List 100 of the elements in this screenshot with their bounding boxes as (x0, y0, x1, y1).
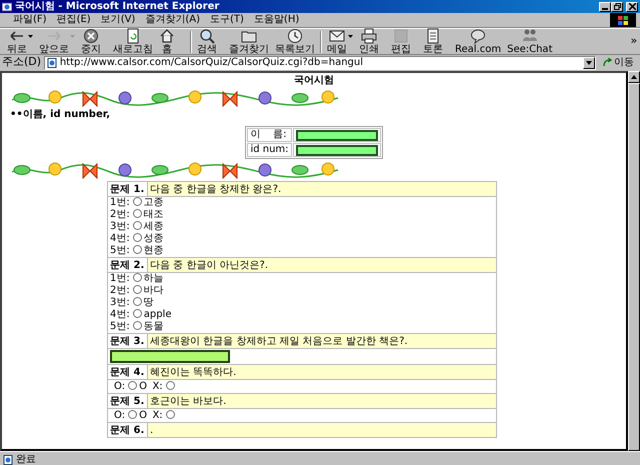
close-button[interactable] (626, 2, 638, 12)
caret-icon[interactable] (28, 35, 33, 38)
menu-item[interactable]: 도구(T) (205, 13, 249, 27)
flag-icon (618, 16, 628, 24)
option-number: X: (152, 381, 163, 392)
option-label: 바다 (144, 285, 164, 296)
radio-button[interactable] (132, 285, 142, 294)
up-arrow-icon (631, 75, 637, 79)
toolbar-button[interactable]: Real.com (452, 28, 504, 55)
magnifier-icon (199, 28, 215, 44)
radio-button[interactable] (132, 309, 142, 318)
intro-text: ••이름, id number, (10, 109, 111, 121)
question-number: 문제 5. (108, 394, 148, 408)
radio-button[interactable] (132, 321, 142, 330)
input-field[interactable] (296, 130, 378, 140)
option-number: 2번: (110, 209, 130, 220)
question-text: 다음 중 한글이 아닌것은?. (148, 258, 496, 272)
option-number: O: (114, 381, 126, 392)
question-text: 세종대왕이 한글을 창제하고 제일 처음으로 발간한 책은?. (148, 334, 496, 348)
option-number: 1번: (110, 197, 130, 208)
option-number: 5번: (110, 321, 130, 332)
option-number: 2번: (110, 285, 130, 296)
input-field[interactable] (296, 144, 378, 156)
address-label: 주소(D) (2, 54, 42, 70)
toolbar-button[interactable]: 중지 (78, 28, 110, 55)
toolbar-button[interactable]: 홈 (156, 28, 188, 55)
status-text: 완료 (16, 453, 36, 465)
address-field[interactable]: http://www.calsor.com/CalsorQuiz/CalsorQuiz.cgi?db=hangul (44, 56, 596, 70)
page-icon (47, 58, 58, 68)
menu-item[interactable]: 즐겨찾기(A) (140, 13, 205, 27)
question-text: 다음 중 한글을 창제한 왕은?. (148, 182, 496, 196)
option-number: 3번: (110, 221, 130, 232)
page-icon (3, 454, 13, 464)
option-number: X: (152, 410, 163, 421)
page-heading: 국어시험 (293, 75, 335, 87)
radio-button[interactable] (132, 209, 142, 218)
toolbar-button[interactable]: 인쇄 (356, 28, 388, 55)
radio-button[interactable] (132, 221, 142, 230)
maximize-button[interactable] (611, 2, 624, 12)
radio-button[interactable] (132, 297, 142, 306)
option-label: 땅 (144, 297, 154, 308)
option-label: 현종 (144, 245, 164, 256)
menu-item[interactable]: 보기(V) (96, 13, 140, 27)
option-label: 태조 (144, 209, 164, 220)
option-number: 1번: (110, 273, 130, 284)
question-number: 문제 4. (108, 364, 148, 380)
toolbar-button[interactable]: 검색 (194, 28, 226, 55)
answer-field[interactable] (110, 350, 230, 363)
scrollbar[interactable] (628, 71, 640, 451)
question-number: 문제 6. (108, 422, 148, 438)
option-label: O (139, 410, 147, 421)
option-label: 하늘 (144, 273, 164, 284)
option-number: 4번: (110, 309, 130, 320)
question-number: 문제 2. (108, 258, 148, 272)
caret-icon[interactable] (348, 35, 353, 38)
menu-item[interactable]: 도움말(H) (248, 13, 304, 27)
radio-button[interactable] (166, 410, 175, 419)
restore-icon (614, 3, 621, 10)
toolbar-button[interactable]: 뒤로 (4, 28, 36, 55)
go-button[interactable]: 이동 (599, 55, 638, 70)
radio-button[interactable] (132, 233, 142, 242)
house-icon (159, 28, 175, 44)
option-number: 4번: (110, 233, 130, 244)
question-text: . (148, 422, 496, 438)
speech-bubble-icon (470, 28, 486, 44)
window-title: 국어시험 - Microsoft Internet Explorer (14, 0, 220, 13)
more-button[interactable]: » (630, 33, 638, 50)
question-text: 호근이는 바보다. (148, 394, 496, 408)
envelope-icon (329, 28, 345, 44)
radio-button[interactable] (128, 381, 138, 390)
option-label: 동물 (144, 321, 164, 332)
minimize-button[interactable] (599, 2, 612, 12)
question-number: 문제 3. (108, 334, 148, 348)
question-number: 문제 1. (108, 182, 148, 196)
dropdown-button[interactable] (583, 56, 595, 68)
menu-item[interactable]: 편집(E) (52, 13, 96, 27)
radio-button[interactable] (132, 197, 142, 206)
option-number: 5번: (110, 245, 130, 256)
clock-icon (287, 28, 303, 44)
radio-button[interactable] (132, 273, 142, 282)
go-arrow-icon (603, 58, 612, 67)
option-label: O (139, 381, 147, 392)
radio-button[interactable] (166, 381, 175, 390)
field-label: id num: (247, 143, 292, 157)
option-label: 세종 (144, 221, 164, 232)
toolbar-button[interactable]: See:Chat (504, 28, 556, 55)
square-icon (393, 28, 409, 44)
radio-button[interactable] (132, 245, 142, 254)
caret-icon (586, 60, 592, 64)
option-number: 3번: (110, 297, 130, 308)
toolbar-button[interactable]: 즐겨찾기 (226, 28, 272, 55)
menu-item[interactable]: 파일(F) (8, 13, 52, 27)
toolbar-button[interactable]: 새로고침 (110, 28, 156, 55)
toolbar-button[interactable]: 목록보기 (272, 28, 318, 55)
option-number: O: (114, 410, 126, 421)
toolbar-button[interactable]: 메일 (324, 28, 356, 55)
browser-icon (2, 2, 12, 12)
radio-button[interactable] (128, 410, 138, 419)
toolbar-button[interactable]: 토론 (420, 28, 452, 55)
option-label: 고종 (144, 197, 164, 208)
